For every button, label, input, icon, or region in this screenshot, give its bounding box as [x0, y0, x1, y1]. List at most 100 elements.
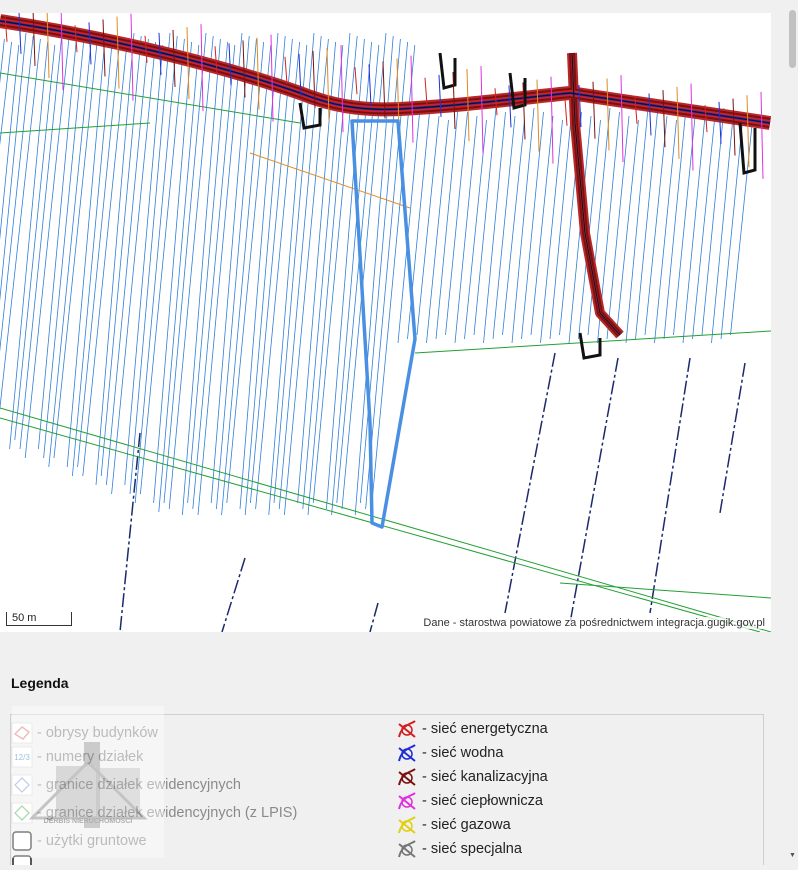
land-use-strip	[24, 35, 70, 459]
building-outline-icon	[11, 722, 33, 744]
utility-spur	[480, 66, 484, 154]
land-use-strip	[416, 115, 440, 336]
scale-label: 50 m	[12, 612, 37, 624]
green-boundary	[559, 582, 771, 599]
land-use-strip	[530, 115, 554, 336]
land-use-strip	[187, 41, 228, 504]
legend-label: - sieć wodna	[422, 745, 504, 761]
legend-item-special: - sieć specjalna	[396, 838, 522, 860]
utility-spur	[354, 67, 358, 95]
scroll-down-icon[interactable]: ▼	[788, 852, 797, 862]
legend-label: - numery działek	[37, 749, 144, 765]
legend-label: - sieć gazowa	[422, 817, 511, 833]
sewer-network-icon	[398, 768, 416, 786]
land-use-strip	[502, 119, 525, 336]
dashed-boundary	[504, 352, 556, 614]
land-use-strip	[284, 38, 329, 516]
legend-item-buildings: - obrysy budynków	[11, 722, 158, 744]
land-use-strip	[153, 41, 192, 504]
legend-label: - sieć ciepłownicza	[422, 793, 543, 809]
land-use-strip	[0, 32, 27, 302]
dashed-boundary	[719, 362, 746, 514]
legend-item-gas: - sieć gazowa	[396, 814, 511, 836]
land-use-strip	[635, 111, 658, 340]
land-use-strip	[297, 41, 336, 504]
utility-spur	[620, 75, 624, 163]
land-use-strip	[9, 41, 48, 450]
land-use-strip	[625, 107, 649, 344]
land-use-strip	[663, 107, 687, 340]
legend-item-parcel-numbers: 12/3 - numery działek	[11, 746, 143, 768]
land-use-strip	[511, 107, 535, 344]
land-use-strip	[197, 32, 243, 516]
utility-road-corridor	[0, 14, 771, 339]
dashed-boundary	[221, 557, 246, 632]
land-use-icon-partial	[12, 855, 32, 865]
legend-label: - obrysy budynków	[37, 725, 158, 741]
legend-label: - sieć kanalizacyjna	[422, 769, 548, 785]
land-use-strip	[711, 111, 734, 344]
parcel-boundary-icon	[11, 774, 33, 796]
legend-item-land-use: - użytki gruntowe	[11, 830, 147, 852]
utility-spur	[564, 98, 568, 126]
special-network-icon	[398, 840, 416, 858]
heating-network-icon	[398, 792, 416, 810]
land-use-strip	[654, 119, 677, 344]
dashed-boundary	[649, 357, 691, 614]
green-boundary	[414, 330, 771, 354]
gas-network-icon	[398, 816, 416, 834]
map-view[interactable]: 50 m Dane - starostwa powiatowe za pośre…	[0, 13, 771, 632]
utility-spur	[718, 101, 722, 144]
land-use-strip	[644, 115, 668, 336]
land-use-icon	[12, 831, 32, 851]
land-use-strip	[77, 41, 120, 468]
land-use-strip	[454, 115, 478, 344]
land-use-strip	[216, 38, 257, 510]
legend-item-lpis-boundaries: - granice działek ewidencyjnych (z LPIS)	[11, 802, 297, 824]
service-connection	[438, 52, 457, 90]
land-use-strip	[106, 38, 149, 486]
land-use-strip	[521, 111, 544, 340]
dashed-boundary	[569, 357, 619, 624]
legend-panel: - obrysy budynków 12/3 - numery działek …	[10, 714, 764, 865]
land-use-strip	[606, 115, 630, 340]
land-use-strip	[473, 107, 497, 336]
utility-spur	[368, 64, 372, 107]
legend-label: - sieć energetyczna	[422, 721, 548, 737]
utility-spur	[732, 98, 736, 156]
land-use-strip	[435, 107, 459, 340]
map-canvas[interactable]	[0, 13, 771, 632]
legend-title: Legenda	[11, 675, 69, 691]
land-use-strip	[426, 119, 449, 344]
land-use-strip	[483, 111, 506, 344]
map-attribution: Dane - starostwa powiatowe za pośrednict…	[421, 617, 767, 629]
service-connection	[298, 102, 322, 130]
utility-spur	[130, 13, 134, 101]
energy-network-icon	[398, 720, 416, 738]
highlighted-parcel[interactable]	[350, 119, 417, 529]
legend-item-parcel-boundaries: - granice działek ewidencyjnych	[11, 774, 241, 796]
green-boundary	[0, 407, 771, 632]
water-network-icon	[398, 744, 416, 762]
page-scrollbar[interactable]: ▼	[787, 0, 798, 870]
utility-spur	[102, 19, 106, 77]
scrollbar-thumb[interactable]	[789, 10, 796, 68]
land-use-strip	[43, 41, 84, 459]
land-use-strip	[66, 35, 106, 468]
land-use-strip	[302, 44, 344, 510]
dashed-boundary	[369, 602, 379, 632]
land-use-strip	[95, 32, 135, 486]
land-use-strip	[692, 119, 715, 340]
utility-spur	[662, 90, 666, 148]
land-use-strip	[682, 115, 706, 344]
legend-item-water: - sieć wodna	[396, 742, 503, 764]
legend-label: - granice działek ewidencyjnych	[37, 777, 241, 793]
land-use-strip	[124, 44, 164, 486]
land-use-strip	[111, 41, 156, 495]
legend-label: - granice działek ewidencyjnych (z LPIS)	[37, 805, 298, 821]
legend-item-heating: - sieć ciepłownicza	[396, 790, 543, 812]
land-use-strip	[540, 119, 563, 344]
legend-label: - użytki gruntowe	[37, 833, 147, 849]
land-use-strip	[616, 119, 639, 336]
land-use-strip	[492, 115, 516, 340]
